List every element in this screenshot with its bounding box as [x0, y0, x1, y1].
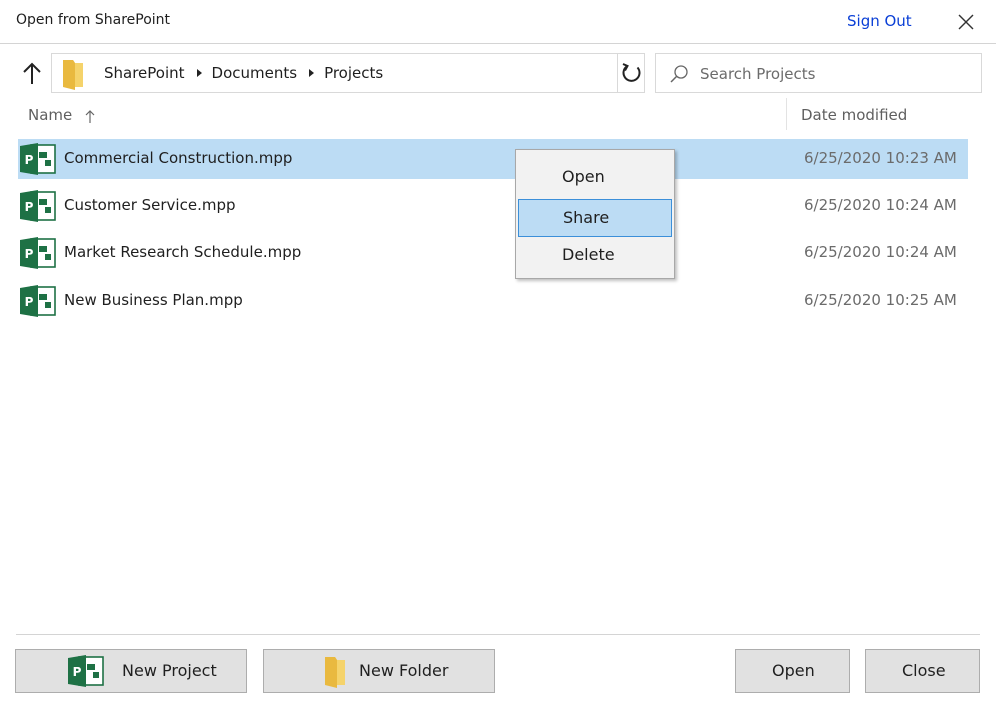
breadcrumb-documents[interactable]: Documents	[212, 64, 298, 82]
search-box	[655, 53, 982, 93]
context-menu-open[interactable]: Open	[518, 159, 672, 197]
file-name: Commercial Construction.mpp	[64, 149, 293, 167]
file-row[interactable]: P Customer Service.mpp 6/25/2020 10:24 A…	[18, 186, 968, 226]
close-button[interactable]: Close	[865, 649, 980, 693]
footer-divider	[16, 634, 980, 635]
file-date: 6/25/2020 10:24 AM	[804, 243, 957, 261]
svg-text:P: P	[25, 200, 34, 214]
column-header-date-modified[interactable]: Date modified	[801, 106, 907, 124]
context-menu: Open Share Delete	[515, 149, 675, 279]
context-menu-delete[interactable]: Delete	[518, 237, 672, 275]
sign-out-link[interactable]: Sign Out	[847, 12, 912, 30]
svg-text:P: P	[25, 295, 34, 309]
column-divider[interactable]	[786, 98, 787, 130]
breadcrumb: SharePoint Documents Projects	[104, 64, 383, 82]
project-file-icon: P	[19, 236, 57, 270]
search-icon	[669, 64, 689, 84]
title-bar: Open from SharePoint Sign Out	[0, 0, 996, 44]
folder-icon	[323, 654, 347, 692]
search-input[interactable]	[698, 61, 972, 87]
file-date: 6/25/2020 10:25 AM	[804, 291, 957, 309]
close-label: Close	[902, 661, 946, 680]
open-from-sharepoint-dialog: Open from SharePoint Sign Out SharePoint…	[0, 0, 996, 712]
open-label: Open	[772, 661, 815, 680]
chevron-right-icon	[309, 69, 315, 77]
column-header-name[interactable]: Name	[28, 106, 72, 124]
file-name: Market Research Schedule.mpp	[64, 243, 302, 261]
file-row[interactable]: P Market Research Schedule.mpp 6/25/2020…	[18, 233, 968, 273]
svg-text:P: P	[25, 247, 34, 261]
project-file-icon: P	[67, 654, 105, 692]
new-folder-label: New Folder	[359, 661, 449, 680]
refresh-icon	[622, 63, 641, 82]
context-menu-share[interactable]: Share	[518, 199, 672, 237]
file-row[interactable]: P New Business Plan.mpp 6/25/2020 10:25 …	[18, 281, 968, 321]
file-date: 6/25/2020 10:24 AM	[804, 196, 957, 214]
project-file-icon: P	[19, 142, 57, 176]
breadcrumb-projects[interactable]: Projects	[324, 64, 383, 82]
file-name: New Business Plan.mpp	[64, 291, 243, 309]
file-date: 6/25/2020 10:23 AM	[804, 149, 957, 167]
refresh-button[interactable]	[617, 54, 645, 92]
project-file-icon: P	[19, 189, 57, 223]
file-name: Customer Service.mpp	[64, 196, 236, 214]
breadcrumb-bar: SharePoint Documents Projects	[51, 53, 645, 93]
project-file-icon: P	[19, 284, 57, 318]
close-icon[interactable]	[954, 10, 978, 34]
sort-ascending-icon	[84, 108, 96, 124]
new-project-button[interactable]: P New Project	[15, 649, 247, 693]
arrow-up-icon[interactable]	[18, 60, 46, 88]
file-row[interactable]: P Commercial Construction.mpp 6/25/2020 …	[18, 139, 968, 179]
new-folder-button[interactable]: New Folder	[263, 649, 495, 693]
open-button[interactable]: Open	[735, 649, 850, 693]
svg-text:P: P	[73, 665, 82, 679]
breadcrumb-sharepoint[interactable]: SharePoint	[104, 64, 185, 82]
folder-icon	[61, 57, 85, 90]
new-project-label: New Project	[122, 661, 217, 680]
chevron-right-icon	[196, 69, 202, 77]
dialog-title: Open from SharePoint	[16, 12, 171, 28]
svg-text:P: P	[25, 153, 34, 167]
